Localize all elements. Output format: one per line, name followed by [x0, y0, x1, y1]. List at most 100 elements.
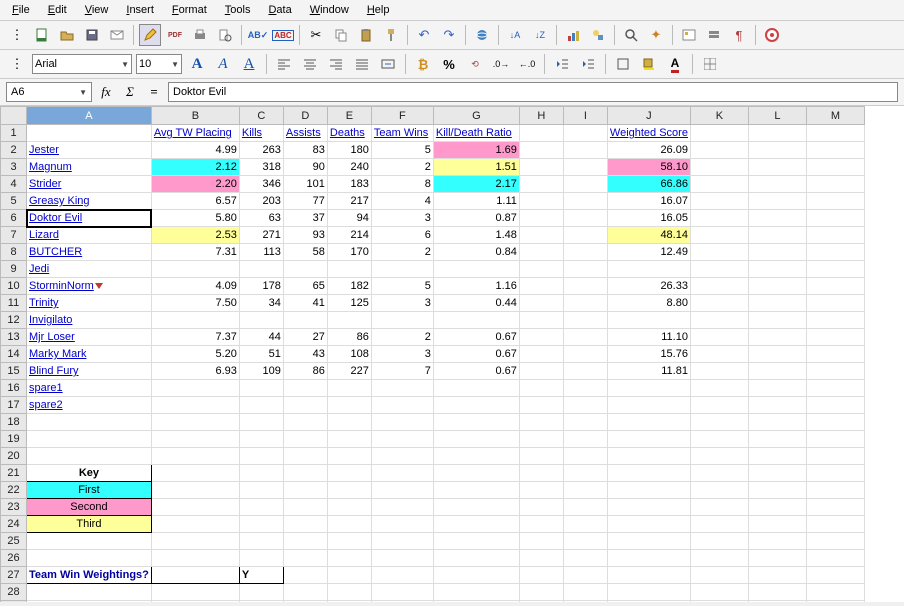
cell-I20[interactable] [563, 448, 607, 465]
cell-I24[interactable] [563, 516, 607, 533]
currency-button[interactable]: ₿ [412, 53, 434, 75]
cell-C11[interactable]: 34 [239, 295, 283, 312]
col-header-B[interactable]: B [151, 107, 239, 125]
cell-H8[interactable] [519, 244, 563, 261]
cell-D29[interactable] [283, 601, 327, 603]
row-header-11[interactable]: 11 [1, 295, 27, 312]
cell-L23[interactable] [748, 499, 806, 516]
player-BUTCHER[interactable]: BUTCHER [27, 244, 152, 261]
cell-H29[interactable] [519, 601, 563, 603]
cell-F28[interactable] [371, 584, 433, 601]
cell-F11[interactable]: 3 [371, 295, 433, 312]
cell-F8[interactable]: 2 [371, 244, 433, 261]
cell-M28[interactable] [806, 584, 864, 601]
cell-K26[interactable] [690, 550, 748, 567]
col-header-H[interactable]: H [519, 107, 563, 125]
cell-I17[interactable] [563, 397, 607, 414]
cell-G4[interactable]: 2.17 [433, 176, 519, 193]
row-header-15[interactable]: 15 [1, 363, 27, 380]
cell-K16[interactable] [690, 380, 748, 397]
cell-M19[interactable] [806, 431, 864, 448]
cell-B20[interactable] [151, 448, 239, 465]
cell-G8[interactable]: 0.84 [433, 244, 519, 261]
cell-J21[interactable] [607, 465, 690, 482]
col-header-C[interactable]: C [239, 107, 283, 125]
cell-K4[interactable] [690, 176, 748, 193]
cell-H2[interactable] [519, 142, 563, 159]
cut-button[interactable]: ✂ [305, 24, 327, 46]
cell-H24[interactable] [519, 516, 563, 533]
cell-D15[interactable]: 86 [283, 363, 327, 380]
cell-C17[interactable] [239, 397, 283, 414]
col-header-G[interactable]: G [433, 107, 519, 125]
header-H[interactable] [519, 125, 563, 142]
player-Magnum[interactable]: Magnum [27, 159, 152, 176]
cell-E24[interactable] [327, 516, 371, 533]
cell-K15[interactable] [690, 363, 748, 380]
cell-G21[interactable] [433, 465, 519, 482]
cell-M11[interactable] [806, 295, 864, 312]
cell-M16[interactable] [806, 380, 864, 397]
player-spare1[interactable]: spare1 [27, 380, 152, 397]
cell-E8[interactable]: 170 [327, 244, 371, 261]
cell-M9[interactable] [806, 261, 864, 278]
col-header-M[interactable]: M [806, 107, 864, 125]
cell-B12[interactable] [151, 312, 239, 329]
row-header-1[interactable]: 1 [1, 125, 27, 142]
standard-fmt-button[interactable]: ⟲ [464, 53, 486, 75]
new-doc-button[interactable] [31, 24, 53, 46]
cell-M3[interactable] [806, 159, 864, 176]
cell-I10[interactable] [563, 278, 607, 295]
cell-I6[interactable] [563, 210, 607, 227]
cell-I18[interactable] [563, 414, 607, 431]
cell-B19[interactable] [151, 431, 239, 448]
fontcolor-button[interactable]: A [664, 53, 686, 75]
justify-button[interactable] [351, 53, 373, 75]
cell-A26[interactable] [27, 550, 152, 567]
cell-B29[interactable] [151, 601, 239, 603]
autospell-button[interactable]: ABC [272, 24, 294, 46]
cell-I3[interactable] [563, 159, 607, 176]
cell-H18[interactable] [519, 414, 563, 431]
cell-E28[interactable] [327, 584, 371, 601]
cell-C9[interactable] [239, 261, 283, 278]
cell-M22[interactable] [806, 482, 864, 499]
cell-J20[interactable] [607, 448, 690, 465]
percent-button[interactable]: % [438, 53, 460, 75]
cell-J4[interactable]: 66.86 [607, 176, 690, 193]
cell-K7[interactable] [690, 227, 748, 244]
cell-D3[interactable]: 90 [283, 159, 327, 176]
cell-H7[interactable] [519, 227, 563, 244]
cell-G12[interactable] [433, 312, 519, 329]
menu-edit[interactable]: Edit [40, 2, 75, 18]
header-I[interactable] [563, 125, 607, 142]
cell-M29[interactable] [806, 601, 864, 603]
cell-E9[interactable] [327, 261, 371, 278]
find-button[interactable] [620, 24, 642, 46]
help-button[interactable] [761, 24, 783, 46]
cell-B4[interactable]: 2.20 [151, 176, 239, 193]
row-header-22[interactable]: 22 [1, 482, 27, 499]
player-Trinity[interactable]: Trinity [27, 295, 152, 312]
cell-M15[interactable] [806, 363, 864, 380]
cell-M2[interactable] [806, 142, 864, 159]
row-header-17[interactable]: 17 [1, 397, 27, 414]
cell-F15[interactable]: 7 [371, 363, 433, 380]
cell-E23[interactable] [327, 499, 371, 516]
cell-I2[interactable] [563, 142, 607, 159]
menu-insert[interactable]: Insert [118, 2, 162, 18]
cell-G29[interactable] [433, 601, 519, 603]
cell-H13[interactable] [519, 329, 563, 346]
cell-I8[interactable] [563, 244, 607, 261]
cell-reference-input[interactable]: A6▼ [6, 82, 92, 102]
cell-K17[interactable] [690, 397, 748, 414]
player-spare2[interactable]: spare2 [27, 397, 152, 414]
cell-I22[interactable] [563, 482, 607, 499]
row-header-6[interactable]: 6 [1, 210, 27, 227]
cell-L5[interactable] [748, 193, 806, 210]
cell-D13[interactable]: 27 [283, 329, 327, 346]
cell-E14[interactable]: 108 [327, 346, 371, 363]
cell-L20[interactable] [748, 448, 806, 465]
row-header-20[interactable]: 20 [1, 448, 27, 465]
cell-F27[interactable] [371, 567, 433, 584]
